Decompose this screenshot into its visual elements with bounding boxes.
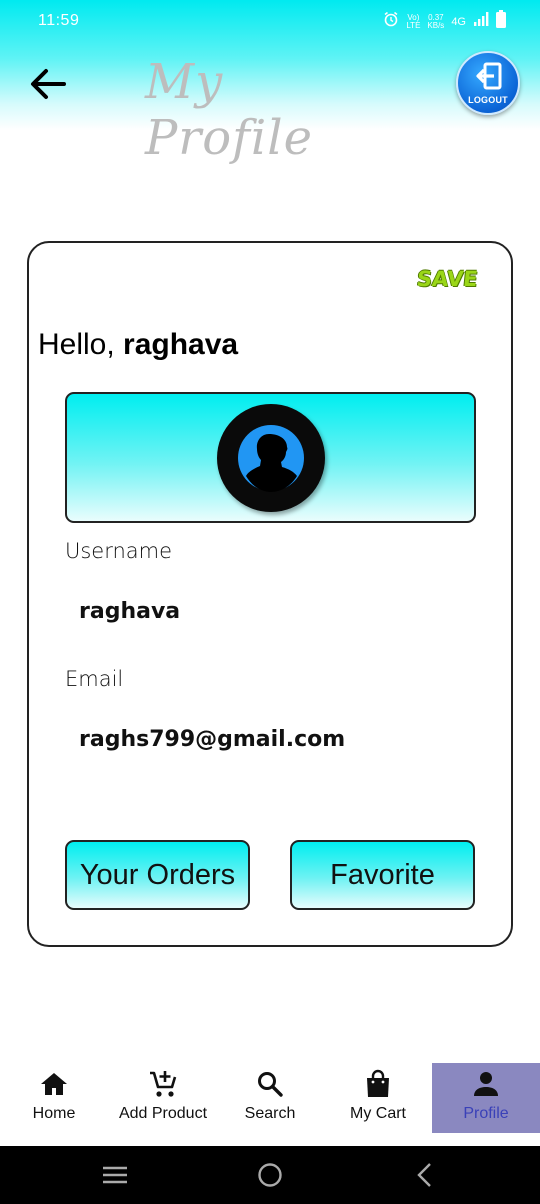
arrow-left-icon: [31, 69, 66, 99]
nav-item-profile[interactable]: Profile: [432, 1063, 540, 1133]
email-field[interactable]: raghs799@gmail.com: [79, 727, 345, 752]
page-title: My Profile: [145, 54, 314, 166]
avatar[interactable]: [217, 404, 325, 512]
logout-button[interactable]: LOGOUT: [456, 51, 520, 115]
your-orders-button[interactable]: Your Orders: [65, 840, 250, 910]
cart-add-icon: [148, 1069, 178, 1099]
email-label: Email: [65, 667, 124, 691]
system-back-button[interactable]: [410, 1160, 440, 1190]
save-button[interactable]: SAVE: [416, 267, 479, 291]
back-button[interactable]: [26, 62, 70, 106]
chevron-left-icon: [417, 1163, 431, 1187]
nav-label-add-product: Add Product: [118, 1105, 208, 1122]
nav-item-my-cart[interactable]: My Cart: [328, 1063, 428, 1133]
person-icon: [472, 1069, 500, 1099]
battery-icon: [496, 10, 506, 33]
status-icons: Vo) LTE 0.37 KB/s 4G: [383, 10, 506, 33]
home-button[interactable]: [255, 1160, 285, 1190]
nav-label-profile: Profile: [463, 1105, 509, 1122]
greeting: Hello, raghava: [38, 328, 238, 362]
bottom-navigation: Home Add Product Search My Cart Profile: [0, 1063, 540, 1133]
greeting-name: raghava: [123, 328, 239, 361]
favorite-button[interactable]: Favorite: [290, 840, 475, 910]
network-speed: 0.37 KB/s: [427, 13, 445, 30]
status-time: 11:59: [38, 12, 80, 29]
nav-item-home[interactable]: Home: [4, 1063, 104, 1133]
user-silhouette-icon: [238, 425, 304, 492]
username-label: Username: [65, 539, 173, 563]
system-navigation-bar: [0, 1146, 540, 1204]
logout-label: LOGOUT: [468, 95, 508, 105]
home-icon: [39, 1069, 69, 1099]
recent-apps-button[interactable]: [100, 1160, 130, 1190]
nav-label-my-cart: My Cart: [350, 1105, 406, 1122]
username-field[interactable]: raghava: [79, 599, 180, 624]
circle-home-icon: [258, 1163, 282, 1187]
volte-bottom-text: LTE: [406, 20, 421, 30]
speed-unit: KB/s: [427, 20, 445, 30]
profile-picture-panel: [65, 392, 476, 523]
nav-item-add-product[interactable]: Add Product: [108, 1063, 218, 1133]
alarm-icon: [383, 11, 399, 32]
search-icon: [256, 1069, 284, 1099]
network-type: 4G: [451, 15, 466, 28]
shopping-bag-icon: [365, 1069, 391, 1099]
nav-label-home: Home: [32, 1105, 76, 1122]
profile-card: SAVE Hello, raghava Username raghava Ema…: [27, 241, 513, 947]
status-bar: 11:59 Vo) LTE 0.37 KB/s 4G: [0, 0, 540, 44]
exit-door-icon: [476, 62, 502, 90]
greeting-prefix: Hello,: [38, 328, 115, 361]
volte-indicator: Vo) LTE: [406, 13, 421, 30]
nav-item-search[interactable]: Search: [222, 1063, 318, 1133]
menu-icon: [103, 1166, 127, 1184]
signal-icon: [473, 12, 489, 31]
nav-label-search: Search: [244, 1105, 296, 1122]
